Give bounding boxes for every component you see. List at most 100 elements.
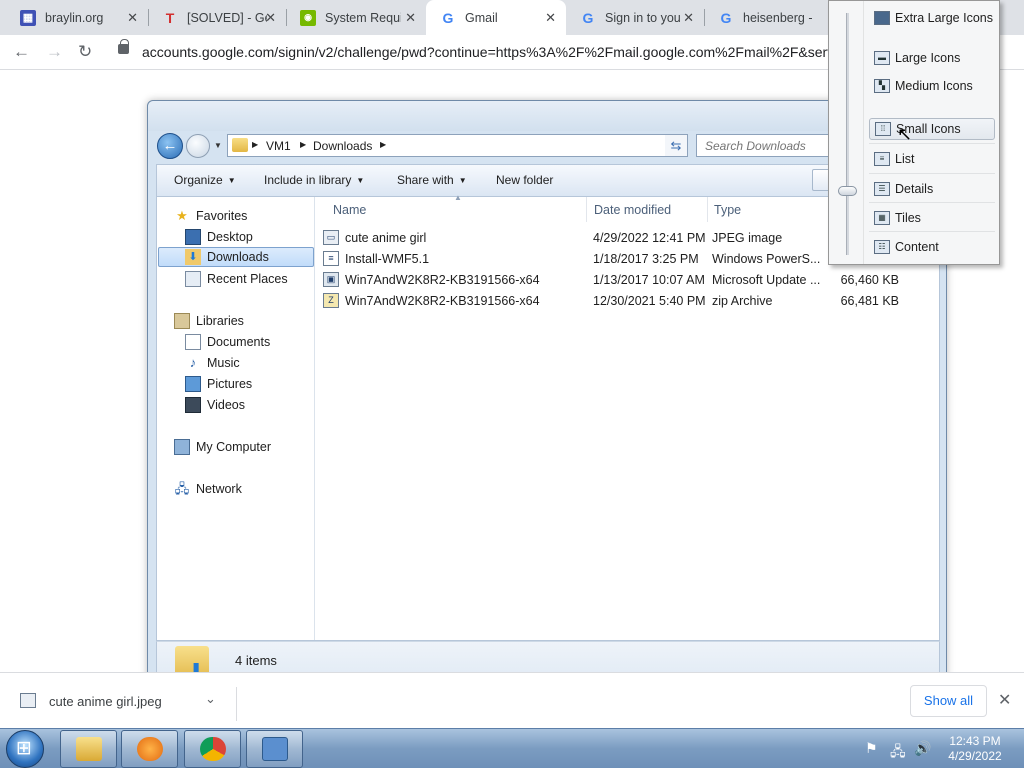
show-all-button[interactable]: Show all [910,685,987,717]
nav-recent-places[interactable]: Recent Places [185,269,288,289]
image-file-icon [20,693,36,708]
system-clock[interactable]: 12:43 PM 4/29/2022 [935,734,1015,764]
taskbar-media-player[interactable] [121,730,178,768]
refresh-button[interactable]: ⇆ [665,134,688,157]
reload-icon[interactable]: ↻ [78,42,92,62]
music-icon: ♪ [189,355,197,370]
view-tiles[interactable]: ▦ Tiles [869,207,995,229]
column-header-date-modified[interactable]: Date modified [594,197,704,222]
view-slider-thumb[interactable] [838,186,857,196]
menu-label: List [895,152,915,166]
action-center-icon[interactable]: ⚑ [865,741,878,757]
file-name: Win7AndW2K8R2-KB3191566-x64 [345,294,540,308]
taskbar-explorer[interactable] [60,730,117,768]
nav-music[interactable]: ♪ Music [185,353,240,373]
view-details[interactable]: ☰ Details [869,178,995,200]
nav-favorites[interactable]: ★ Favorites [174,206,247,226]
nav-libraries[interactable]: Libraries [174,311,244,331]
nav-downloads[interactable]: ⬇ Downloads [158,247,314,267]
file-type: Microsoft Update ... [712,273,821,287]
nav-network[interactable]: 🖧 Network [174,479,242,499]
file-row[interactable]: ▭ cute anime girl 4/29/2022 12:41 PM JPE… [319,228,899,249]
google-icon: G [582,9,594,26]
new-folder-button[interactable]: New folder [496,173,553,187]
network-tray-icon[interactable]: 🖧 [890,741,906,765]
organize-label: Organize [174,173,223,187]
tab-title: heisenberg - [743,10,813,25]
view-medium-icons[interactable]: ▚ Medium Icons [869,75,995,97]
recent-pages-dropdown-icon[interactable]: ▼ [214,141,222,150]
forward-button[interactable] [186,134,210,158]
clock-time: 12:43 PM [949,734,1001,748]
download-item[interactable]: cute anime girl.jpeg [49,694,162,709]
column-header-type[interactable]: Type [714,197,804,222]
close-tab-icon[interactable]: ✕ [545,10,556,26]
mouse-pointer-icon: ↖ [897,124,913,145]
breadcrumb-vm1[interactable]: VM1 [266,139,291,153]
file-type: Windows PowerS... [712,252,821,266]
tab-title: Gmail [465,10,498,25]
file-row[interactable]: Z Win7AndW2K8R2-KB3191566-x64 12/30/2021… [319,291,899,312]
include-in-library-label: Include in library [264,173,352,187]
file-row[interactable]: ≡ Install-WMF5.1 1/18/2017 3:25 PM Windo… [319,249,899,270]
menu-label: Large Icons [895,51,961,65]
file-row[interactable]: ▣ Win7AndW2K8R2-KB3191566-x64 1/13/2017 … [319,270,899,291]
nav-desktop[interactable]: Desktop [185,227,253,247]
column-header-name[interactable]: Name [333,197,583,222]
breadcrumb-downloads[interactable]: Downloads [313,139,372,153]
file-name: Win7AndW2K8R2-KB3191566-x64 [345,273,540,287]
include-in-library-button[interactable]: Include in library ▼ [264,173,364,187]
nav-documents[interactable]: Documents [185,332,270,352]
breadcrumb-arrow-icon[interactable]: ▶ [300,140,306,149]
download-menu-icon[interactable]: ⌄ [205,691,216,707]
close-tab-icon[interactable]: ✕ [127,10,138,26]
file-size: 66,460 KB [840,273,899,287]
nav-videos[interactable]: Videos [185,395,245,415]
view-large-icons[interactable]: ▬ Large Icons [869,47,995,69]
file-date: 4/29/2022 12:41 PM [593,231,706,245]
star-icon: ★ [176,208,188,223]
browser-tab[interactable]: T [SOLVED] - Ge ✕ [148,0,286,35]
browser-tab[interactable]: ▦ braylin.org ✕ [6,0,148,35]
address-bar[interactable]: ▶ VM1 ▶ Downloads ▶ ▼ [227,134,688,157]
taskbar-chrome[interactable] [184,730,241,768]
view-slider-track[interactable] [846,13,849,255]
taskbar-control-panel[interactable] [246,730,303,768]
nav-my-computer[interactable]: My Computer [174,437,271,457]
view-list[interactable]: ≡ List [869,148,995,170]
back-arrow-icon[interactable]: ← [13,42,30,62]
share-with-button[interactable]: Share with ▼ [397,173,467,187]
folder-icon [232,138,248,152]
item-count: 4 items [235,653,277,668]
media-player-icon [137,737,163,761]
browser-tab[interactable]: G heisenberg - [704,0,824,35]
close-downloads-bar-icon[interactable]: ✕ [998,690,1011,710]
browser-tab[interactable]: ◉ System Requi ✕ [286,0,426,35]
menu-label: Extra Large Icons [895,11,993,25]
close-tab-icon[interactable]: ✕ [405,10,416,26]
close-tab-icon[interactable]: ✕ [683,10,694,26]
menu-label: Medium Icons [895,79,973,93]
view-small-icons[interactable]: ⁞⁞ Small Icons [869,118,995,140]
menu-label: Tiles [895,211,921,225]
volume-icon[interactable]: 🔊 [914,741,931,757]
close-tab-icon[interactable]: ✕ [265,10,276,26]
address-bar-url[interactable]: accounts.google.com/signin/v2/challenge/… [142,44,832,60]
breadcrumb-arrow-icon[interactable]: ▶ [252,140,258,149]
file-date: 1/13/2017 10:07 AM [593,273,705,287]
forward-arrow-icon[interactable]: → [46,42,63,62]
nav-pictures[interactable]: Pictures [185,374,252,394]
start-button[interactable] [6,730,44,768]
details-view-icon: ☰ [874,182,890,196]
back-button[interactable]: ← [157,133,183,159]
dropdown-arrow-icon: ▼ [227,176,236,185]
browser-tab-active[interactable]: G Gmail ✕ [426,0,566,35]
nav-label: Network [196,482,242,496]
list-view-icon: ≡ [874,152,890,166]
breadcrumb-arrow-icon[interactable]: ▶ [380,140,386,149]
browser-tab[interactable]: G Sign in to you ✕ [566,0,704,35]
view-extra-large-icons[interactable]: Extra Large Icons [869,7,995,29]
nav-label: Downloads [207,250,269,264]
view-content[interactable]: ☷ Content [869,236,995,258]
organize-button[interactable]: Organize ▼ [174,173,236,187]
